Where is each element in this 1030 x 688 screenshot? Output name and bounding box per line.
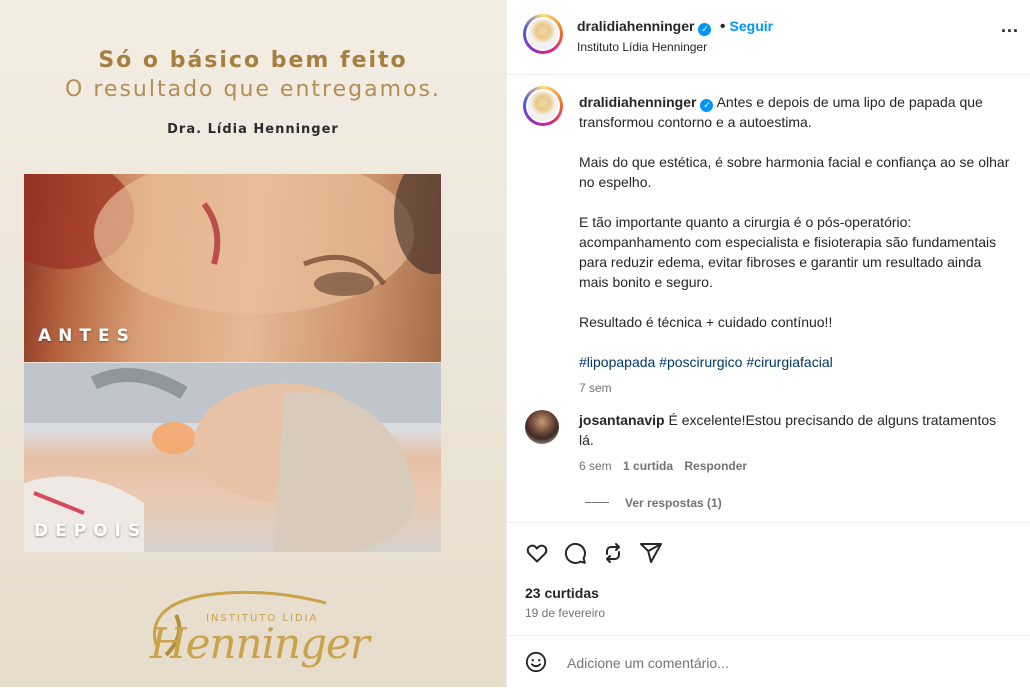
separator-dot: • — [719, 18, 726, 35]
logo-name-text: Henninger — [150, 619, 370, 668]
author-username[interactable]: dralidiahenninger — [577, 18, 694, 34]
replies-line — [585, 502, 609, 503]
media-headline: Só o básico bem feito — [98, 48, 408, 73]
caption-hashtags[interactable]: #lipopapada #poscirurgico #cirurgiafacia… — [579, 352, 1011, 372]
caption-paragraph-2: Mais do que estética, é sobre harmonia f… — [579, 154, 1010, 190]
author-avatar[interactable] — [523, 14, 563, 54]
caption-paragraph-4: Resultado é técnica + cuidado contínuo!! — [579, 314, 833, 330]
media-doctor-name: Dra. Lídia Henninger — [167, 122, 339, 137]
author-subtitle[interactable]: Instituto Lídia Henninger — [577, 40, 707, 54]
more-options-icon[interactable]: ... — [1001, 16, 1019, 37]
commenter-username[interactable]: josantanavip — [579, 412, 665, 428]
post-media[interactable]: Só o básico bem feito O resultado que en… — [0, 0, 506, 687]
media-subheadline: O resultado que entregamos. — [65, 77, 441, 102]
actions-section: 23 curtidas 19 de fevereiro — [507, 522, 1030, 636]
add-comment-input[interactable] — [565, 650, 1009, 676]
comment-icon[interactable] — [563, 541, 587, 565]
caption-time[interactable]: 7 sem — [579, 378, 1011, 398]
institute-logo: INSTITUTO LIDIA Henninger — [126, 585, 370, 677]
send-icon[interactable] — [639, 541, 663, 565]
repost-icon[interactable] — [601, 541, 625, 565]
post-panel: dralidiahenninger ✓ • Seguir Instituto Líd… — [506, 0, 1030, 687]
emoji-icon[interactable] — [525, 651, 547, 673]
view-replies-button[interactable]: Ver respostas (1) — [625, 496, 722, 510]
caption-username[interactable]: dralidiahenninger — [579, 94, 696, 110]
comment: josantanavip É excelente!Estou precisand… — [579, 410, 999, 450]
post-date[interactable]: 19 de fevereiro — [525, 606, 605, 620]
before-label: ANTES — [38, 326, 136, 346]
comment-time[interactable]: 6 sem — [579, 459, 612, 473]
comment-likes[interactable]: 1 curtida — [623, 459, 673, 473]
reply-button[interactable]: Responder — [684, 459, 747, 473]
caption-verified-icon: ✓ — [700, 99, 714, 112]
likes-count[interactable]: 23 curtidas — [525, 585, 599, 601]
verified-icon: ✓ — [698, 23, 712, 36]
follow-button[interactable]: Seguir — [730, 18, 774, 34]
after-photo: DEPOIS — [24, 363, 441, 552]
post-header: dralidiahenninger ✓ • Seguir Instituto Líd… — [507, 0, 1030, 75]
caption-block: dralidiahenninger ✓ Antes e depois de uma… — [579, 92, 1011, 398]
heart-icon[interactable] — [525, 541, 549, 565]
caption-paragraph-3: E tão importante quanto a cirurgia é o p… — [579, 214, 997, 290]
commenter-avatar[interactable] — [525, 410, 559, 444]
caption-avatar[interactable] — [523, 86, 563, 126]
add-comment-bar — [507, 635, 1030, 688]
comment-meta: 6 sem 1 curtida Responder — [579, 459, 747, 473]
before-photo: ANTES — [24, 174, 441, 362]
after-label: DEPOIS — [34, 521, 148, 541]
